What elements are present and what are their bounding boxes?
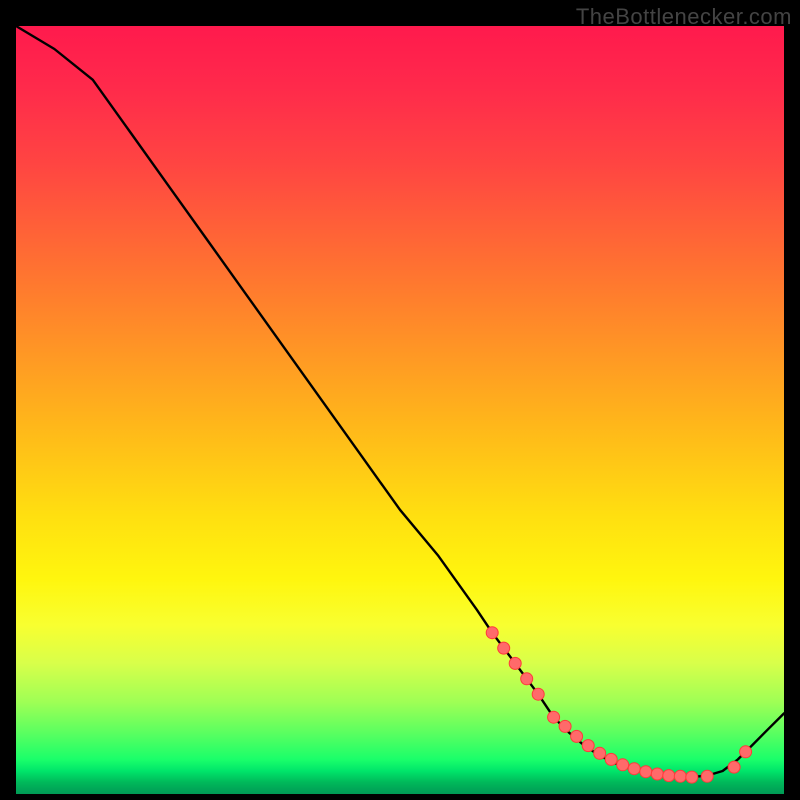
data-dots — [486, 627, 751, 783]
data-dot — [486, 627, 498, 639]
data-dot — [532, 688, 544, 700]
data-dot — [628, 763, 640, 775]
data-dot — [571, 730, 583, 742]
data-dot — [548, 711, 560, 723]
data-dot — [509, 657, 521, 669]
data-dot — [640, 766, 652, 778]
data-dot — [663, 770, 675, 782]
data-dot — [582, 740, 594, 752]
data-dot — [651, 768, 663, 780]
data-dot — [498, 642, 510, 654]
data-dot — [617, 759, 629, 771]
data-dot — [728, 761, 740, 773]
data-dot — [605, 753, 617, 765]
curve-line — [16, 26, 784, 777]
data-dot — [521, 673, 533, 685]
bottleneck-curve — [16, 26, 784, 794]
data-dot — [686, 771, 698, 783]
plot-area — [16, 26, 784, 794]
chart-frame: TheBottlenecker.com — [0, 0, 800, 800]
data-dot — [559, 720, 571, 732]
data-dot — [740, 746, 752, 758]
data-dot — [594, 747, 606, 759]
data-dot — [674, 770, 686, 782]
attribution-text: TheBottlenecker.com — [576, 4, 792, 30]
data-dot — [701, 770, 713, 782]
